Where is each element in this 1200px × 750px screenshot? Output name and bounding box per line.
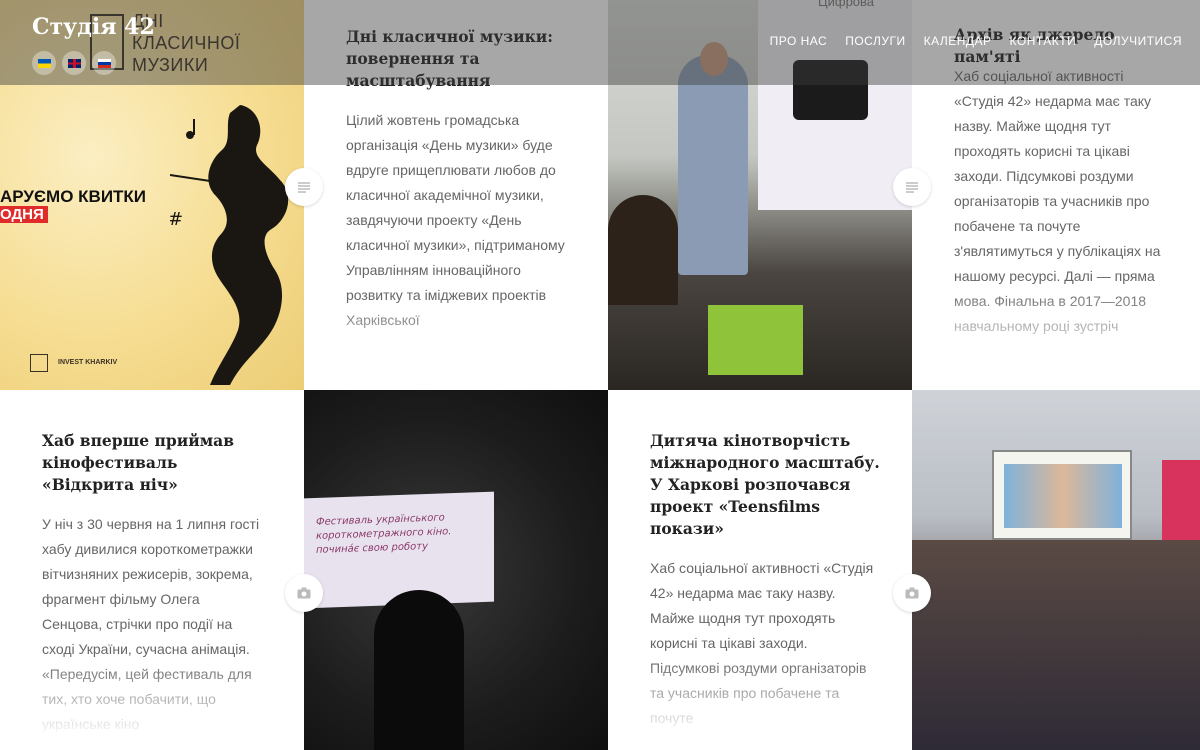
svg-text:#: # xyxy=(170,209,183,230)
audience-children xyxy=(912,540,1200,750)
uk-flag-icon xyxy=(67,58,81,68)
post-title[interactable]: Хаб вперше приймав кінофестиваль «Відкри… xyxy=(42,430,262,496)
projected-image xyxy=(1004,464,1122,528)
poster-footer-mark xyxy=(30,354,48,372)
excerpt-fade xyxy=(0,660,304,750)
dancer-silhouette-illustration: # xyxy=(170,105,289,385)
language-switcher xyxy=(32,51,116,75)
nav-about[interactable]: ПРО НАС xyxy=(770,34,828,48)
nav-contacts[interactable]: КОНТАКТИ xyxy=(1010,34,1077,48)
language-uk[interactable] xyxy=(32,51,56,75)
film-screen-text: Фестиваль українського короткометражного… xyxy=(316,512,452,556)
text-format-badge xyxy=(285,168,323,206)
audience-silhouette xyxy=(374,590,464,750)
language-ru[interactable] xyxy=(92,51,116,75)
camera-format-badge xyxy=(285,574,323,612)
camera-format-icon xyxy=(905,587,919,599)
text-format-icon xyxy=(906,182,918,193)
ukraine-flag-icon xyxy=(37,58,51,68)
poster-footer-logos: INVEST KHARKIV xyxy=(30,354,117,372)
post-card-teensfilms[interactable]: Дитяча кінотворчість міжнародного масшта… xyxy=(608,390,912,750)
nav-join[interactable]: ДОЛУЧИТИСЯ xyxy=(1094,34,1182,48)
language-en[interactable] xyxy=(62,51,86,75)
poster-tickets-text: АРУЄМО КВИТКИ xyxy=(0,187,147,206)
red-wall xyxy=(1162,460,1200,540)
text-format-icon xyxy=(298,182,310,193)
excerpt-fade xyxy=(912,288,1200,378)
green-chair xyxy=(708,305,803,375)
poster-footer-logo: INVEST KHARKIV xyxy=(58,359,118,366)
excerpt-fade xyxy=(608,660,912,750)
speaker-figure xyxy=(678,55,748,275)
russia-flag-icon xyxy=(97,58,111,68)
post-image-open-night-festival[interactable]: Фестиваль українського короткометражного… xyxy=(304,390,608,750)
camera-format-badge xyxy=(893,574,931,612)
nav-services[interactable]: ПОСЛУГИ xyxy=(845,34,905,48)
post-title[interactable]: Дитяча кінотворчість міжнародного масшта… xyxy=(650,430,880,540)
film-screen: Фестиваль українського короткометражного… xyxy=(304,491,494,609)
post-card-open-night-festival[interactable]: Хаб вперше приймав кінофестиваль «Відкри… xyxy=(0,390,304,750)
post-image-teensfilms[interactable] xyxy=(912,390,1200,750)
camera-format-icon xyxy=(297,587,311,599)
poster-today-text: ОДНЯ xyxy=(0,206,48,223)
audience-head xyxy=(608,195,678,305)
site-title[interactable]: Студія 42 xyxy=(32,14,155,40)
nav-calendar[interactable]: КАЛЕНДАР xyxy=(924,34,992,48)
excerpt-fade xyxy=(304,300,608,390)
main-nav: ПРО НАС ПОСЛУГИ КАЛЕНДАР КОНТАКТИ ДОЛУЧИ… xyxy=(770,34,1182,48)
text-format-badge xyxy=(893,168,931,206)
projection-screen xyxy=(992,450,1132,540)
site-header: Студія 42 ПРО НАС ПОСЛУГИ КАЛЕНДАР КОНТА… xyxy=(0,0,1200,85)
